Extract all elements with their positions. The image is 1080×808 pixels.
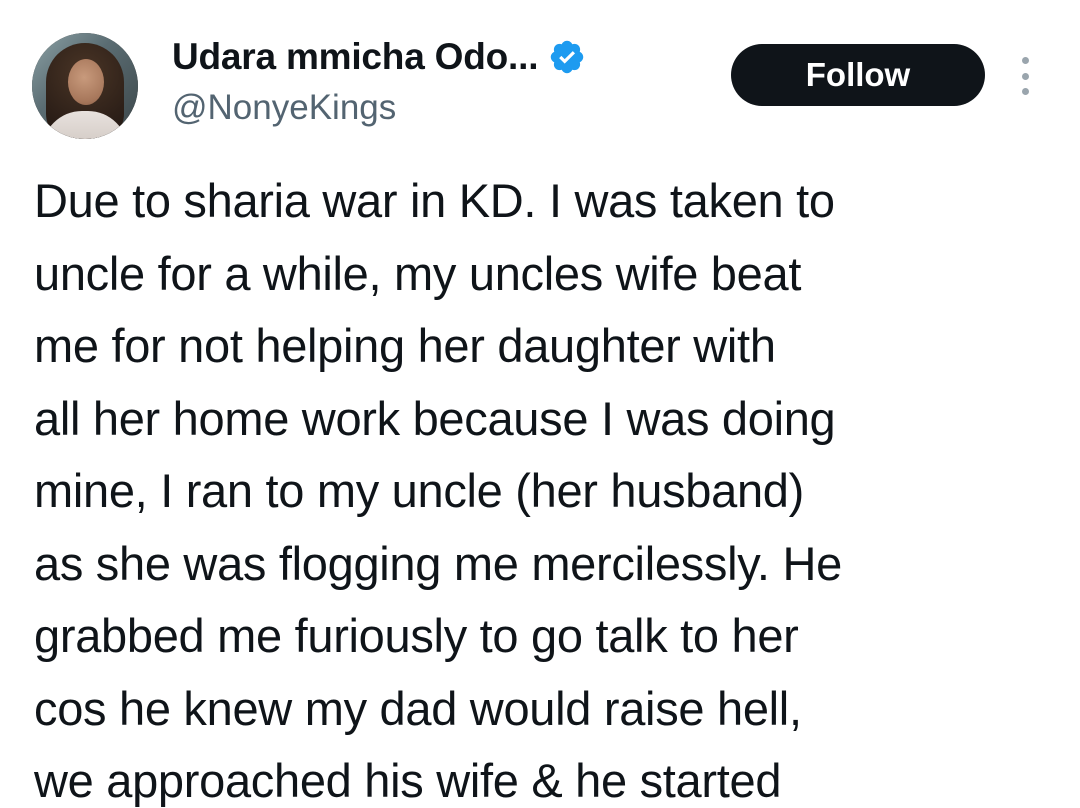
- author-handle[interactable]: @NonyeKings: [172, 88, 396, 128]
- follow-button[interactable]: Follow: [731, 44, 985, 106]
- tweet-text-line: all her home work because I was doing: [34, 391, 836, 445]
- tweet-text-line: as she was flogging me mercilessly. He: [34, 536, 842, 590]
- tweet-text-line: me for not helping her daughter with: [34, 319, 776, 372]
- tweet-text-line: uncle for a while, my uncles wife beat: [34, 246, 802, 300]
- tweet-card: Udara mmicha Odo... @NonyeKings Follow D…: [0, 0, 1080, 808]
- avatar[interactable]: [32, 33, 138, 139]
- verified-badge-icon: [551, 40, 584, 74]
- more-vertical-icon[interactable]: [1014, 57, 1036, 95]
- tweet-text-line: mine, I ran to my uncle (her husband): [34, 464, 805, 517]
- tweet-text-line: Due to sharia war in KD. I was taken to: [34, 174, 835, 227]
- author-display-name[interactable]: Udara mmicha Odo...: [172, 36, 538, 78]
- tweet-text-line: we approached his wife & he started: [34, 754, 782, 807]
- author-name-row[interactable]: Udara mmicha Odo...: [172, 34, 586, 80]
- tweet-text: Due to sharia war in KD. I was taken to …: [34, 165, 1064, 808]
- tweet-text-line: grabbed me furiously to go talk to her: [34, 609, 799, 662]
- tweet-text-line: cos he knew my dad would raise hell,: [34, 681, 802, 735]
